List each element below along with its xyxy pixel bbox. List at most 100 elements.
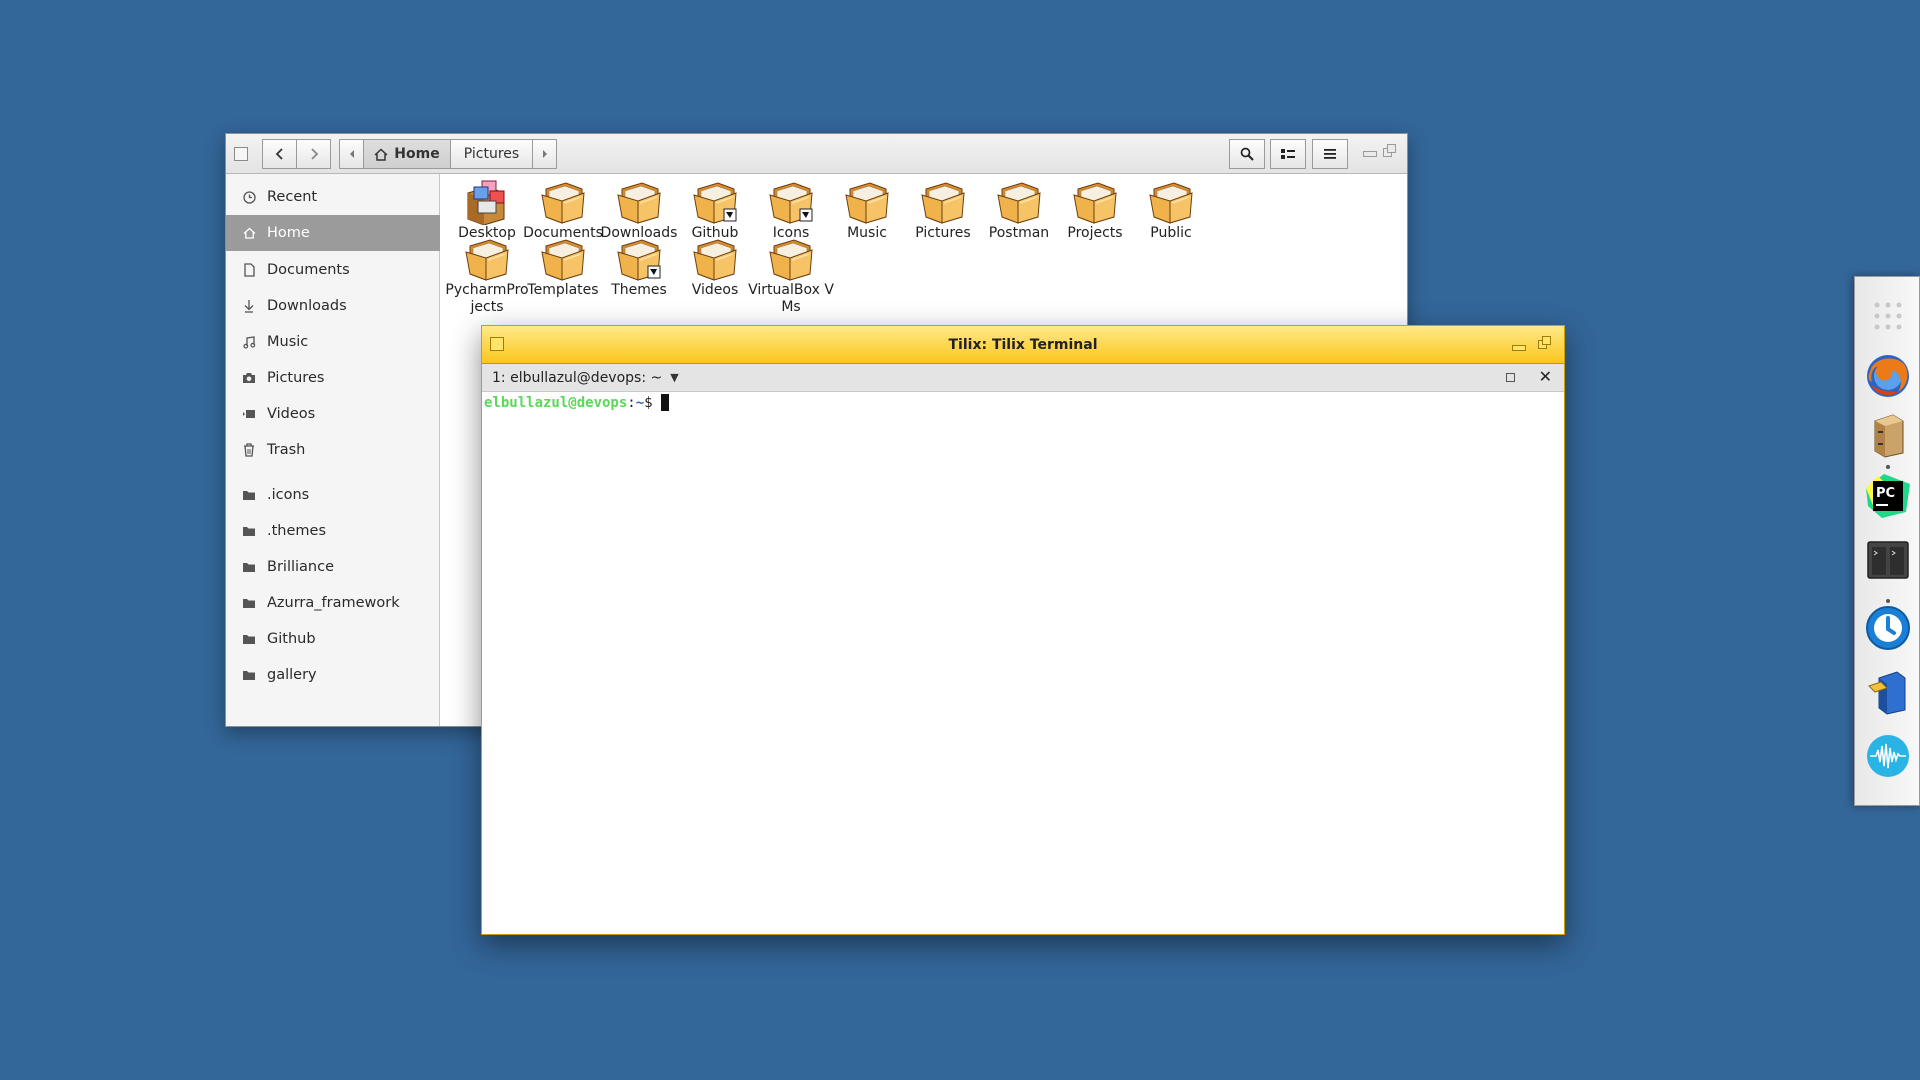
folder-virtualbox-vms[interactable]: VirtualBox VMs [748, 236, 834, 315]
window-menu-checkbox[interactable] [234, 147, 248, 161]
prompt-line: elbullazul@devops: ~ $ [484, 394, 669, 411]
sidebar-item-label: Github [267, 631, 316, 647]
folder-icon [766, 236, 816, 282]
firefox-icon[interactable] [1863, 351, 1913, 401]
folder-icon [240, 558, 258, 576]
folder-templates[interactable]: Templates [520, 236, 606, 304]
chevron-left-icon [275, 148, 283, 160]
sidebar-item-label: .icons [267, 487, 310, 503]
download-icon [240, 297, 258, 315]
minimize-button[interactable] [1512, 345, 1526, 351]
forward-button[interactable] [296, 139, 331, 169]
dock: PC [1854, 276, 1920, 806]
session-title[interactable]: 1: elbullazul@devops: ~ [492, 370, 662, 386]
folder-icon [240, 666, 258, 684]
sidebar-item-videos[interactable]: Videos [226, 396, 440, 432]
folder-link-icon [690, 179, 740, 225]
prompt-dollar: $ [644, 394, 653, 411]
folder-label: Videos [691, 282, 739, 298]
folder-pictures[interactable]: Pictures [900, 179, 986, 247]
breadcrumb-scroll-right[interactable] [532, 139, 557, 169]
terminal-window[interactable]: Tilix: Tilix Terminal 1: elbullazul@devo… [481, 325, 1565, 935]
folder-icon [1070, 179, 1120, 225]
prompt-colon: : [627, 394, 636, 411]
folder-link-icon [614, 236, 664, 282]
folder-videos[interactable]: Videos [672, 236, 758, 304]
home-icon [374, 147, 388, 161]
terminal-title: Tilix: Tilix Terminal [948, 336, 1098, 353]
svg-text:PC: PC [1876, 486, 1895, 501]
folder-themes[interactable]: Themes [596, 236, 682, 304]
sidebar-item-label: Brilliance [267, 559, 334, 575]
sidebar-item-recent[interactable]: Recent [226, 179, 440, 215]
file-cabinet-icon[interactable] [1863, 411, 1913, 461]
sidebar-item-azurra-framework[interactable]: Azurra_framework [226, 585, 440, 621]
sidebar-item-label: gallery [267, 667, 317, 683]
folder-projects[interactable]: Projects [1052, 179, 1138, 247]
video-icon [240, 405, 258, 423]
sidebar-item-brilliance[interactable]: Brilliance [226, 549, 440, 585]
folder-label: Music [847, 225, 887, 241]
folder-icon [240, 594, 258, 612]
sidebar-item-label: Azurra_framework [267, 595, 400, 611]
folder-label: PycharmProjects [445, 282, 529, 315]
sidebar-item-label: Videos [267, 406, 316, 422]
view-toggle-button[interactable] [1270, 139, 1306, 169]
home-icon [240, 224, 258, 242]
timeshift-icon[interactable] [1863, 603, 1913, 653]
search-button[interactable] [1229, 139, 1265, 169]
sidebar-item-label: Recent [267, 189, 318, 205]
terminal-output[interactable]: elbullazul@devops: ~ $ [482, 392, 1564, 934]
sidebar-item-gallery[interactable]: gallery [226, 657, 440, 693]
sidebar-item-home[interactable]: Home [226, 215, 440, 251]
sidebar-item-label: Pictures [267, 370, 325, 386]
mailbox-icon[interactable] [1863, 667, 1913, 717]
pycharm-icon[interactable]: PC [1863, 471, 1913, 521]
folder-label: Projects [1067, 225, 1123, 241]
folder-icon [614, 179, 664, 225]
maximize-pane-button[interactable] [1506, 373, 1515, 382]
terminal-titlebar[interactable]: Tilix: Tilix Terminal [482, 326, 1564, 364]
sidebar-item-trash[interactable]: Trash [226, 432, 440, 468]
text-cursor [660, 394, 669, 411]
clock-icon [240, 188, 258, 206]
breadcrumb-pictures[interactable]: Pictures [450, 139, 533, 169]
sidebar-item-pictures[interactable]: Pictures [226, 360, 440, 396]
audio-wave-icon[interactable] [1863, 731, 1913, 781]
camera-icon [240, 369, 258, 387]
hamburger-menu-icon [1324, 149, 1336, 159]
tilix-terminal-icon[interactable] [1863, 535, 1913, 585]
back-button[interactable] [262, 139, 297, 169]
triangle-left-icon [349, 150, 354, 158]
sidebar-item-github[interactable]: Github [226, 621, 440, 657]
list-view-icon [1281, 149, 1295, 159]
breadcrumb-scroll-left[interactable] [339, 139, 364, 169]
sidebar-item-icons[interactable]: .icons [226, 477, 440, 513]
breadcrumb-home[interactable]: Home [363, 139, 451, 169]
folder-icon [240, 486, 258, 504]
folder-icon [994, 179, 1044, 225]
breadcrumb-home-label: Home [394, 146, 440, 162]
folder-music[interactable]: Music [824, 179, 910, 247]
folder-label: VirtualBox VMs [748, 282, 834, 315]
document-icon [240, 261, 258, 279]
window-menu-checkbox[interactable] [490, 337, 504, 351]
menu-button[interactable] [1312, 139, 1348, 169]
session-dropdown-icon[interactable]: ▼ [670, 371, 678, 384]
sidebar-item-music[interactable]: Music [226, 324, 440, 360]
maximize-button[interactable] [1383, 144, 1397, 158]
sidebar-item-downloads[interactable]: Downloads [226, 288, 440, 324]
close-pane-button[interactable]: ✕ [1539, 367, 1552, 386]
folder-postman[interactable]: Postman [976, 179, 1062, 247]
maximize-button[interactable] [1538, 336, 1552, 350]
folder-label: Templates [527, 282, 599, 298]
minimize-button[interactable] [1363, 151, 1377, 157]
folder-icon [918, 179, 968, 225]
folder-pycharmprojects[interactable]: PycharmProjects [444, 236, 530, 315]
app-grid-icon[interactable] [1863, 291, 1913, 341]
breadcrumb-pictures-label: Pictures [463, 146, 520, 162]
sidebar-item-documents[interactable]: Documents [226, 252, 440, 288]
folder-icon [842, 179, 892, 225]
folder-public[interactable]: Public [1128, 179, 1214, 247]
sidebar-item-themes[interactable]: .themes [226, 513, 440, 549]
